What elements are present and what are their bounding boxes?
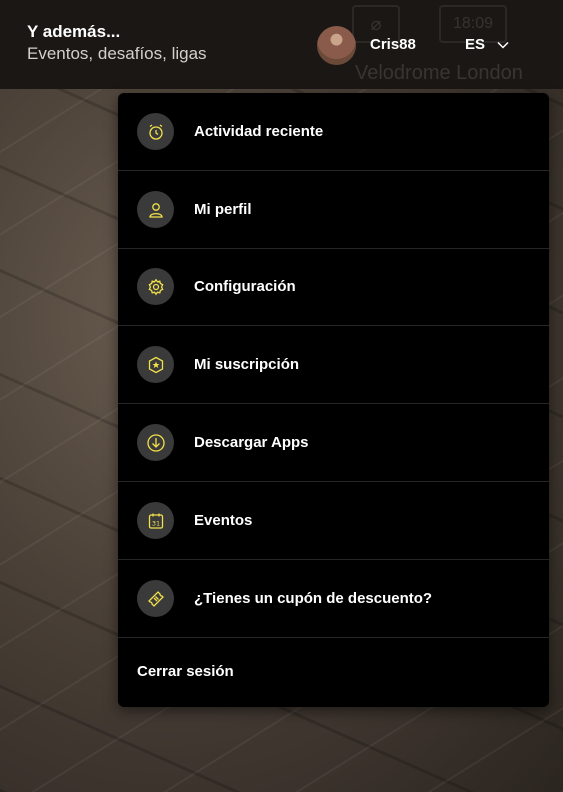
menu-item-label: ¿Tienes un cupón de descuento? [194, 590, 433, 607]
svg-text:31: 31 [151, 519, 159, 527]
menu-item-label: Mi suscripción [194, 356, 300, 373]
language-label: ES [465, 36, 486, 53]
user-dropdown-menu: Actividad reciente Mi perfil Configuraci… [118, 93, 549, 707]
logout-button[interactable]: Cerrar sesión [137, 663, 234, 680]
menu-item-mi-perfil[interactable]: Mi perfil [118, 171, 549, 249]
menu-item-eventos[interactable]: 31 Eventos [118, 482, 549, 560]
menu-item-mi-suscripcion[interactable]: Mi suscripción [118, 326, 549, 404]
header-bar: ⌀ 18:09 Velodrome London Y además... Eve… [0, 0, 563, 89]
language-selector[interactable]: ES [465, 36, 509, 53]
chevron-down-icon [497, 41, 509, 49]
star-badge-icon [137, 346, 174, 383]
menu-item-label: Actividad reciente [194, 123, 324, 140]
gear-icon [137, 268, 174, 305]
menu-item-label: Mi perfil [194, 201, 252, 218]
avatar[interactable] [317, 26, 356, 65]
menu-item-label: Descargar Apps [194, 434, 309, 451]
menu-item-label: Configuración [194, 278, 296, 295]
menu-item-label: Eventos [194, 512, 253, 529]
page-title: Y además... [27, 22, 121, 41]
user-icon [137, 191, 174, 228]
alarm-clock-icon [137, 113, 174, 150]
menu-item-configuracion[interactable]: Configuración [118, 248, 549, 326]
calendar-icon: 31 [137, 502, 174, 539]
username[interactable]: Cris88 [370, 36, 416, 53]
menu-item-cupon-descuento[interactable]: ¿Tienes un cupón de descuento? [118, 560, 549, 638]
ticket-icon [137, 580, 174, 617]
download-icon [137, 424, 174, 461]
background-location-text: Velodrome London [355, 62, 523, 84]
page-subtitle: Eventos, desafíos, ligas [27, 44, 207, 63]
menu-item-actividad-reciente[interactable]: Actividad reciente [118, 93, 549, 171]
menu-item-descargar-apps[interactable]: Descargar Apps [118, 404, 549, 482]
